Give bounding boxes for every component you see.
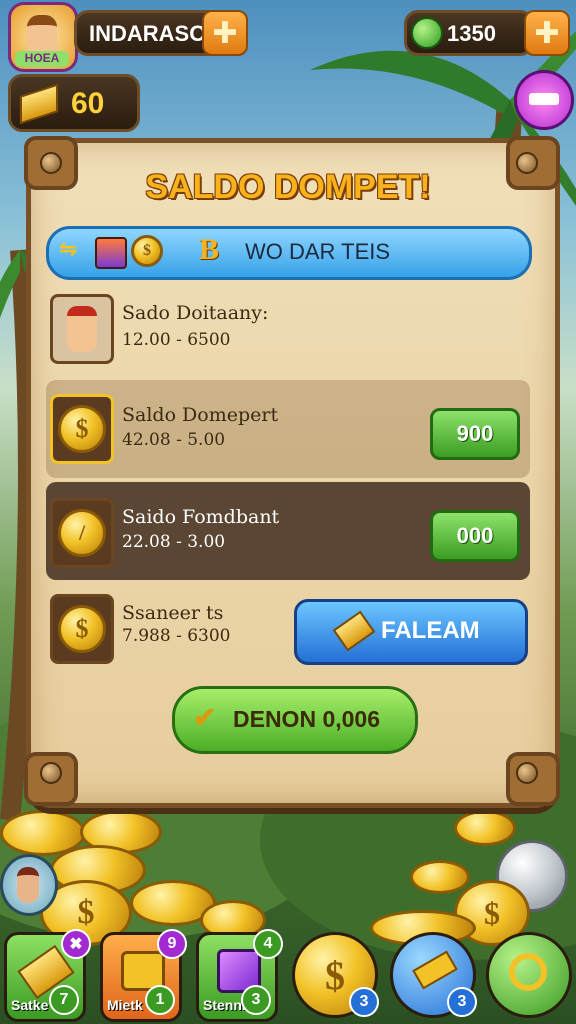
plus-icon: ✚: [212, 15, 238, 51]
exchange-button[interactable]: FALEAM: [294, 599, 528, 665]
coin-icon: /: [58, 509, 106, 557]
tab-bar[interactable]: ⇋ $ B WO DAR TEIS: [46, 226, 532, 280]
paintbrush-icon: [529, 93, 559, 105]
hammer-icon: [412, 950, 458, 990]
confirm-button-label: DENON 0,006: [233, 706, 381, 732]
card-icon: [95, 237, 127, 269]
gold-bar-icon: [19, 83, 59, 125]
row-icon-slot: $: [50, 394, 114, 464]
count-badge: 3: [349, 987, 379, 1017]
player-name: INDARASO: [89, 21, 207, 46]
row-name: Ssaneer ts: [122, 602, 224, 624]
gem-icon: [411, 17, 443, 49]
gems-count: 1350: [447, 21, 496, 46]
row-value: 22.08 - 3.00: [122, 532, 226, 552]
coin-icon: $: [58, 405, 106, 453]
row-icon-slot: /: [50, 498, 114, 568]
count-badge: 7: [49, 985, 79, 1015]
check-icon: ✔: [193, 702, 217, 733]
row-action-button[interactable]: 000: [430, 510, 520, 562]
coin-icon: $: [58, 605, 106, 653]
wallet-row: Sado Doitaany: 12.00 - 6500: [46, 284, 530, 382]
coin-icon: $: [131, 235, 163, 267]
coin-icon: [454, 810, 516, 846]
wallet-row: / Saido Fomdbant 22.08 - 3.00 000: [46, 482, 530, 580]
count-badge: 3: [447, 987, 477, 1017]
gems-bar: 1350: [404, 10, 534, 56]
tab-bar-label: WO DAR TEIS: [245, 239, 391, 264]
corner-badge: 9: [157, 929, 187, 959]
player-badge: HOEA: [15, 51, 69, 67]
paint-button[interactable]: [514, 70, 574, 130]
bottom-item-1[interactable]: Satke 7 ✖: [4, 929, 91, 1022]
energy-bar: 60: [8, 74, 140, 132]
sparkle-badge: ✖: [61, 929, 91, 959]
corner-badge: 4: [253, 929, 283, 959]
ladder-icon: ⇋: [59, 237, 78, 262]
panel-title: SALDO DOMPET!: [145, 168, 431, 206]
helper-avatar[interactable]: [0, 854, 58, 916]
coin-icon: [410, 860, 470, 894]
search-icon: [509, 953, 547, 991]
token-icon: B: [199, 233, 220, 266]
bottom-item-label: Mietk: [107, 997, 143, 1013]
wallet-row: $ Saldo Domepert 42.08 - 5.00 900: [46, 380, 530, 478]
gold-bar-icon: [332, 610, 376, 652]
row-name: Saldo Domepert: [122, 404, 279, 426]
add-gems-button[interactable]: ✚: [524, 10, 570, 56]
bottom-item-3[interactable]: Stennrx 3 4: [196, 929, 283, 1022]
row-icon-slot: $: [50, 594, 114, 664]
confirm-button[interactable]: ✔ DENON 0,006: [172, 686, 418, 754]
add-friend-button[interactable]: ✚: [202, 10, 248, 56]
search-button[interactable]: [486, 932, 572, 1018]
exchange-button-label: FALEAM: [381, 617, 480, 644]
bottom-item-label: Satke: [11, 997, 49, 1013]
row-value: 7.988 - 6300: [122, 626, 231, 646]
face-icon: [17, 867, 39, 903]
energy-count: 60: [71, 87, 105, 120]
row-icon-slot: [50, 294, 114, 364]
coin-pile-right: $: [370, 810, 576, 946]
plus-icon: ✚: [534, 15, 560, 51]
count-badge: 1: [145, 985, 175, 1015]
player-avatar[interactable]: HOEA: [8, 2, 78, 72]
build-button[interactable]: 3: [390, 932, 477, 1018]
coin-shop-button[interactable]: $ 3: [292, 932, 379, 1018]
rivet: [516, 762, 538, 784]
row-name: Sado Doitaany:: [122, 302, 269, 324]
row-value: 12.00 - 6500: [122, 330, 231, 350]
row-action-button[interactable]: 900: [430, 408, 520, 460]
character-icon: [67, 306, 97, 352]
rivet: [40, 762, 62, 784]
bottom-item-2[interactable]: Mietk 1 9: [100, 929, 187, 1022]
count-badge: 3: [241, 985, 271, 1015]
row-value: 42.08 - 5.00: [122, 430, 226, 450]
row-name: Saido Fomdbant: [122, 506, 280, 528]
